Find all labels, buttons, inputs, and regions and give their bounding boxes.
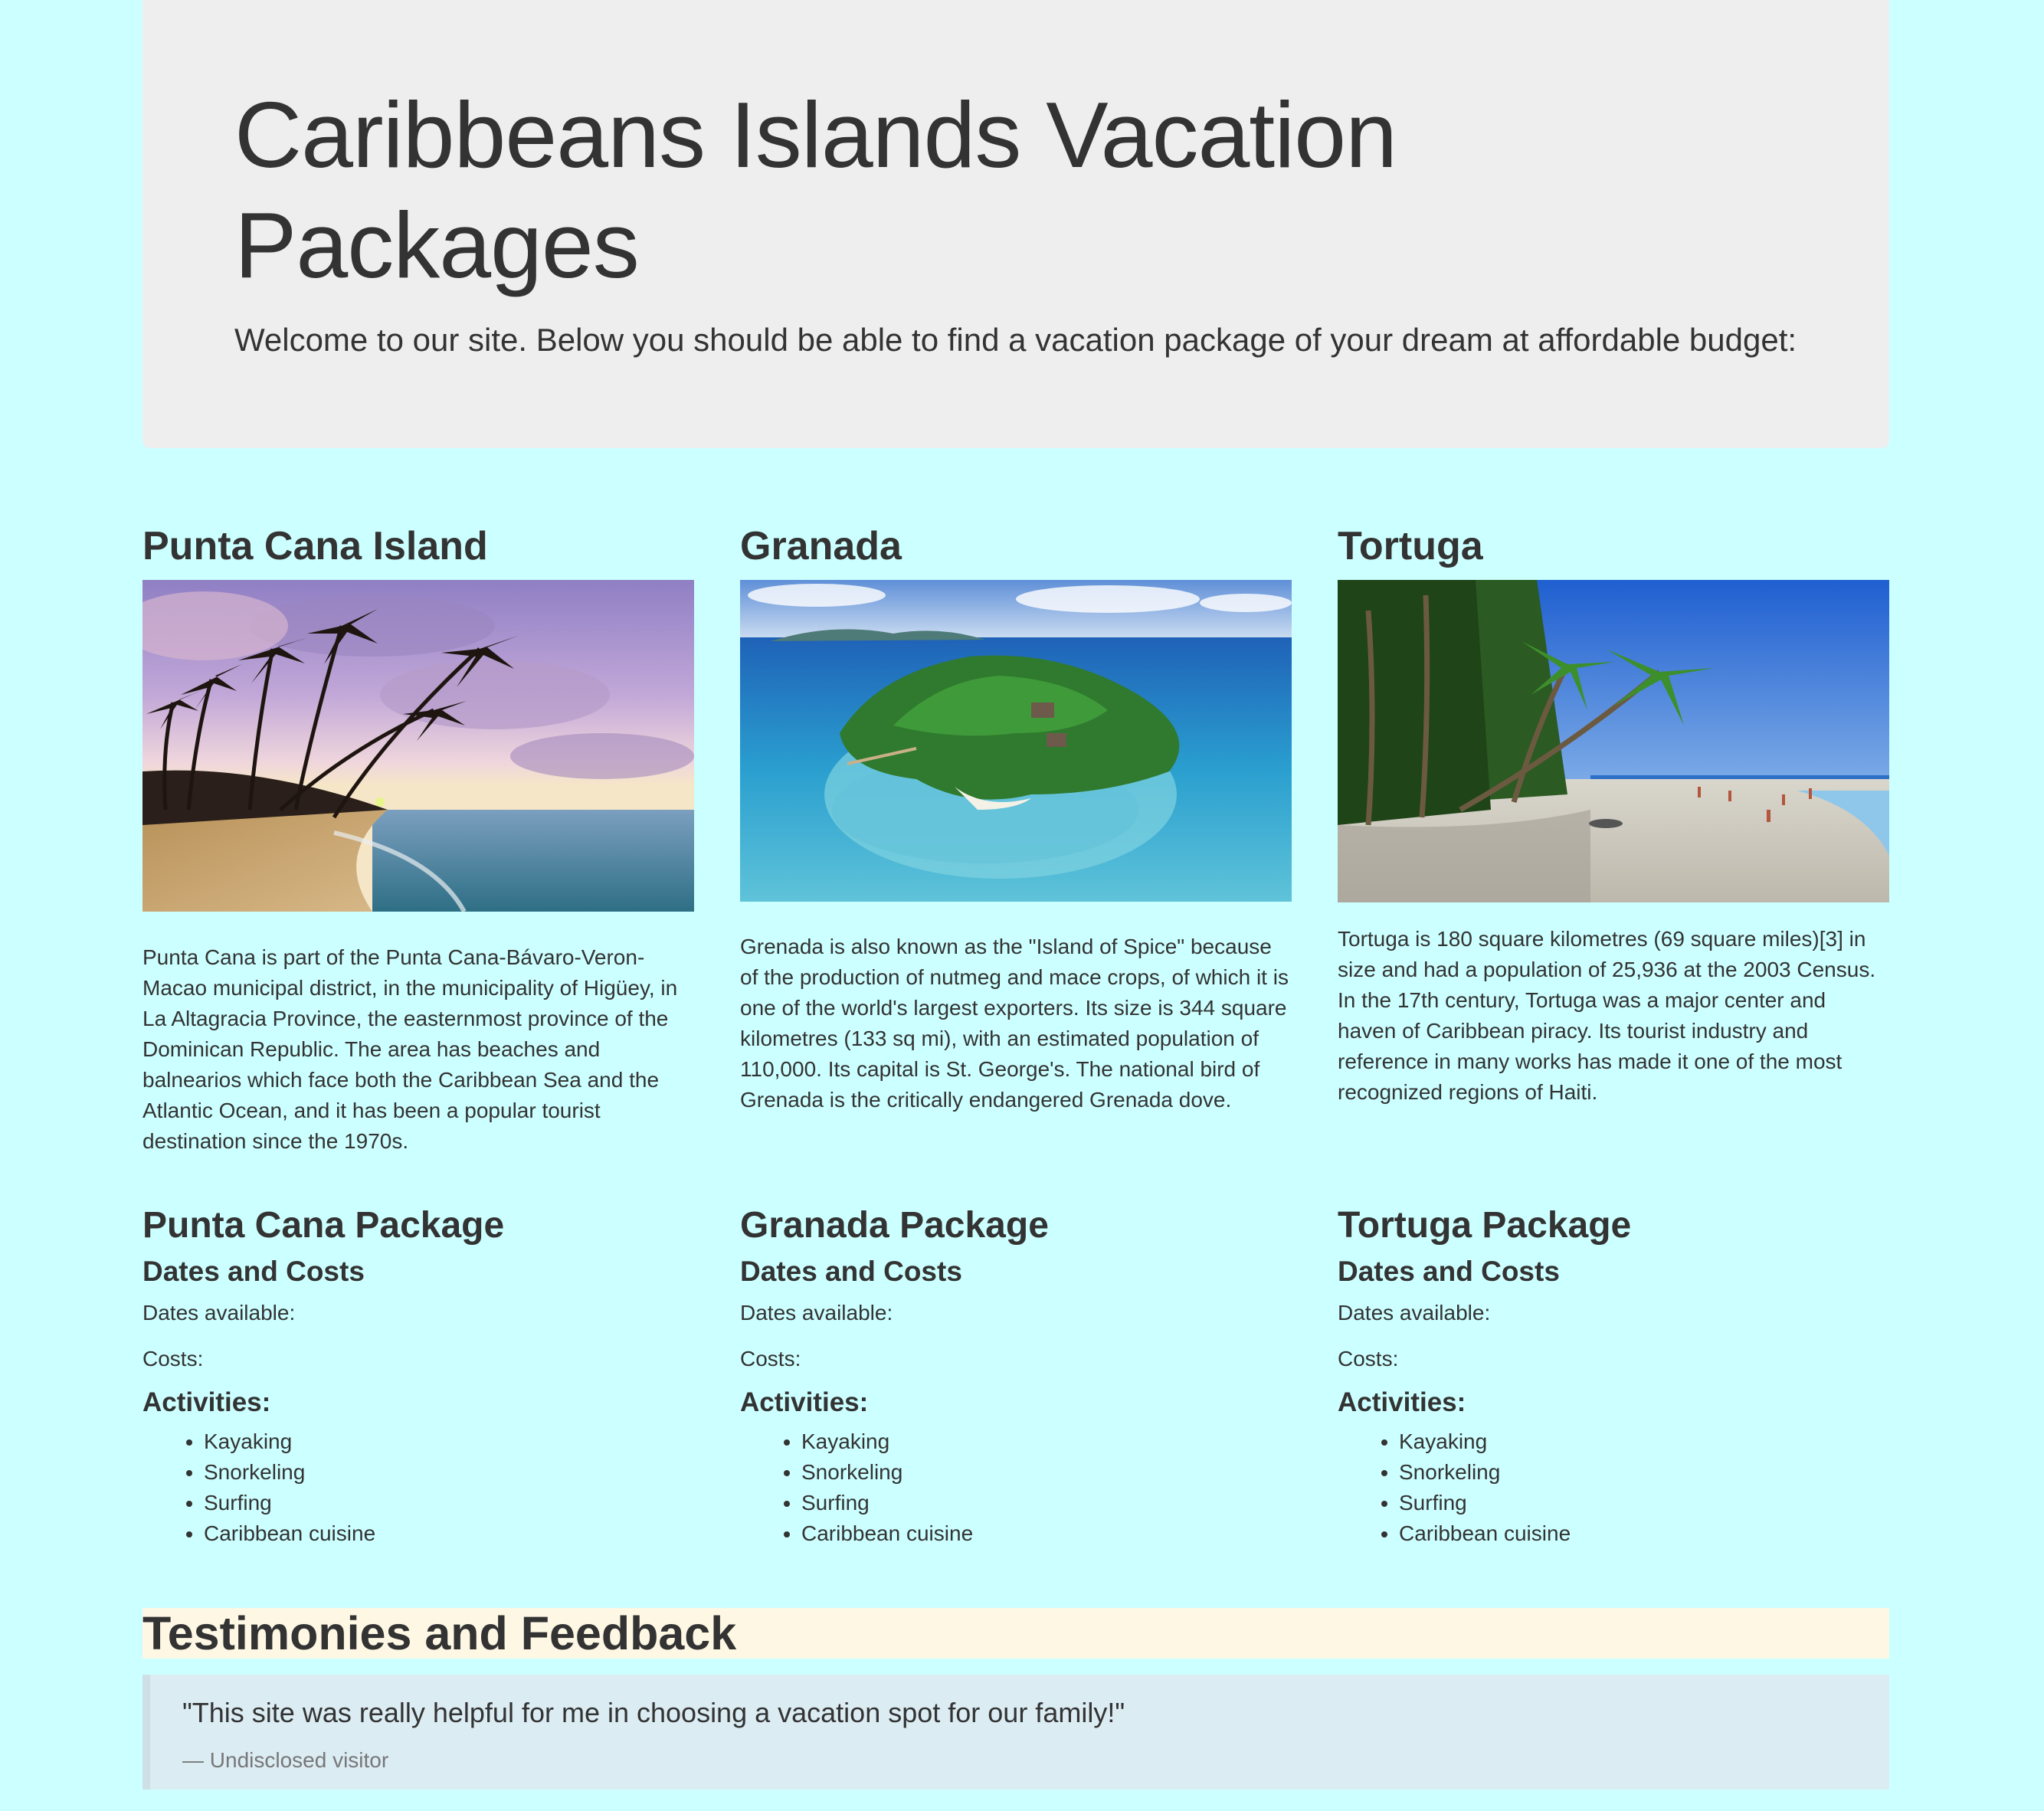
quote-text: "This site was really helpful for me in … (182, 1697, 1125, 1728)
main-container: Caribbeans Islands Vacation Packages Wel… (142, 0, 1889, 448)
testimonial-quote: "This site was really helpful for me in … (142, 1675, 1889, 1790)
dates-available-label: Dates available: (142, 1301, 296, 1325)
dates-costs-heading: Dates and Costs (1338, 1256, 1560, 1287)
list-item: Snorkeling (1399, 1457, 1889, 1488)
list-item: Kayaking (204, 1426, 694, 1457)
dates-costs-heading: Dates and Costs (740, 1256, 962, 1287)
package-section: Punta Cana Package Dates and Costs Dates… (142, 1203, 694, 1549)
punta-cana-image (142, 580, 694, 912)
jumbotron: Caribbeans Islands Vacation Packages Wel… (142, 0, 1889, 448)
testimonies-section: Testimonies and Feedback (142, 1608, 1889, 1659)
costs-label: Costs: (740, 1347, 801, 1371)
dates-available-label: Dates available: (740, 1301, 893, 1325)
island-title: Punta Cana Island (142, 524, 488, 568)
activities-heading: Activities: (1338, 1387, 1466, 1417)
dates-available-label: Dates available: (1338, 1301, 1491, 1325)
package-section: Granada Package Dates and Costs Dates av… (740, 1203, 1292, 1549)
island-description: Grenada is also known as the "Island of … (740, 935, 1289, 1112)
activities-list: Kayaking Snorkeling Surfing Caribbean cu… (740, 1426, 1292, 1549)
list-item: Surfing (1399, 1488, 1889, 1518)
page-title: Caribbeans Islands Vacation Packages (234, 83, 1397, 297)
tortuga-image (1338, 580, 1889, 902)
welcome-text: Welcome to our site. Below you should be… (234, 322, 1797, 358)
package-title: Granada Package (740, 1205, 1049, 1246)
list-item: Caribbean cuisine (801, 1518, 1292, 1549)
list-item: Surfing (204, 1488, 694, 1518)
list-item: Surfing (801, 1488, 1292, 1518)
list-item: Caribbean cuisine (204, 1518, 694, 1549)
activities-list: Kayaking Snorkeling Surfing Caribbean cu… (142, 1426, 694, 1549)
activities-heading: Activities: (142, 1387, 271, 1417)
testimonies-heading: Testimonies and Feedback (142, 1607, 737, 1659)
package-title: Tortuga Package (1338, 1205, 1632, 1246)
list-item: Snorkeling (801, 1457, 1292, 1488)
list-item: Snorkeling (204, 1457, 694, 1488)
package-section: Tortuga Package Dates and Costs Dates av… (1338, 1203, 1889, 1549)
costs-label: Costs: (1338, 1347, 1399, 1371)
island-description: Tortuga is 180 square kilometres (69 squ… (1338, 927, 1876, 1104)
activities-heading: Activities: (740, 1387, 869, 1417)
quote-author: — Undisclosed visitor (182, 1748, 389, 1772)
costs-label: Costs: (142, 1347, 204, 1371)
list-item: Kayaking (801, 1426, 1292, 1457)
dates-costs-heading: Dates and Costs (142, 1256, 365, 1287)
island-title: Tortuga (1338, 524, 1483, 568)
list-item: Kayaking (1399, 1426, 1889, 1457)
activities-list: Kayaking Snorkeling Surfing Caribbean cu… (1338, 1426, 1889, 1549)
list-item: Caribbean cuisine (1399, 1518, 1889, 1549)
island-title: Granada (740, 524, 902, 568)
package-title: Punta Cana Package (142, 1205, 505, 1246)
islands-row: Punta Cana Island Punta Cana is part of … (142, 521, 1889, 1578)
granada-image (740, 580, 1292, 902)
island-description: Punta Cana is part of the Punta Cana-Báv… (142, 945, 678, 1153)
